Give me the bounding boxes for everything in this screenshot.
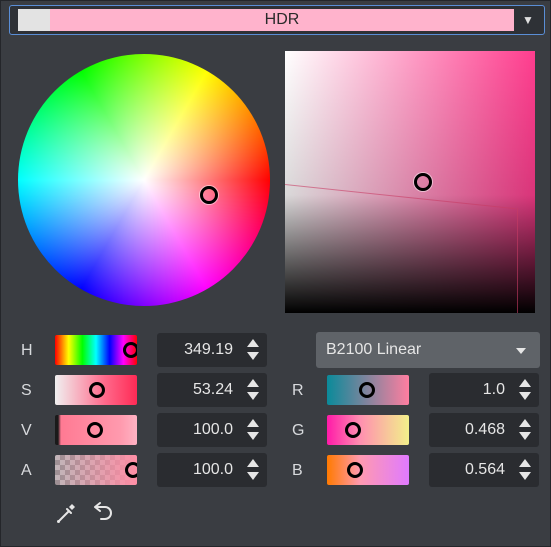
b-stepper[interactable] [519, 458, 533, 482]
undo-icon[interactable] [91, 499, 115, 525]
v-stepper[interactable] [247, 418, 261, 442]
v-label: V [21, 422, 32, 439]
a-stepper[interactable] [247, 458, 261, 482]
s-stepper[interactable] [247, 378, 261, 402]
alpha-slider[interactable] [55, 455, 137, 485]
chevron-down-icon [516, 348, 526, 354]
a-value[interactable]: 100.0 [193, 453, 233, 487]
color-picker-panel: HDR ▼ H 349.19 S 53.24 V 100.0 A 100.0 B… [0, 0, 551, 547]
v-spinbox[interactable]: 100.0 [157, 413, 267, 447]
saturation-slider-handle[interactable] [89, 382, 105, 398]
wheel-handle[interactable] [200, 186, 218, 204]
r-spinbox[interactable]: 1.0 [429, 373, 539, 407]
blue-slider[interactable] [327, 455, 409, 485]
hue-wheel[interactable] [18, 54, 270, 306]
g-label: G [292, 422, 305, 439]
g-stepper[interactable] [519, 418, 533, 442]
h-value[interactable]: 349.19 [184, 333, 233, 367]
value-slider[interactable] [55, 415, 137, 445]
b-value[interactable]: 0.564 [465, 453, 505, 487]
a-label: A [21, 462, 32, 479]
mode-label: HDR [264, 11, 300, 28]
sv-handle[interactable] [414, 173, 432, 191]
red-slider[interactable] [327, 375, 409, 405]
eyedropper-icon[interactable] [55, 501, 77, 525]
hue-slider-handle[interactable] [123, 342, 137, 358]
color-mode-value: B2100 Linear [326, 341, 422, 358]
saturation-value-square[interactable] [285, 51, 535, 313]
g-value[interactable]: 0.468 [465, 413, 505, 447]
s-label: S [21, 382, 32, 399]
chevron-down-icon[interactable]: ▼ [518, 11, 538, 29]
r-value[interactable]: 1.0 [483, 373, 505, 407]
color-preview-dropdown[interactable]: HDR ▼ [9, 5, 545, 35]
old-color-swatch [18, 9, 50, 31]
green-slider-handle[interactable] [345, 422, 361, 438]
color-mode-select[interactable]: B2100 Linear [316, 332, 540, 368]
h-spinbox[interactable]: 349.19 [157, 333, 267, 367]
gamut-line-vertical [517, 208, 518, 313]
h-label: H [21, 342, 33, 359]
b-spinbox[interactable]: 0.564 [429, 453, 539, 487]
g-spinbox[interactable]: 0.468 [429, 413, 539, 447]
v-value[interactable]: 100.0 [193, 413, 233, 447]
red-slider-handle[interactable] [359, 382, 375, 398]
alpha-slider-handle[interactable] [125, 462, 137, 478]
blue-slider-handle[interactable] [347, 462, 363, 478]
r-stepper[interactable] [519, 378, 533, 402]
green-slider[interactable] [327, 415, 409, 445]
saturation-slider[interactable] [55, 375, 137, 405]
s-spinbox[interactable]: 53.24 [157, 373, 267, 407]
s-value[interactable]: 53.24 [193, 373, 233, 407]
value-slider-handle[interactable] [87, 422, 103, 438]
r-label: R [292, 382, 304, 399]
a-spinbox[interactable]: 100.0 [157, 453, 267, 487]
b-label: B [292, 462, 303, 479]
h-stepper[interactable] [247, 338, 261, 362]
hue-slider[interactable] [55, 335, 137, 365]
